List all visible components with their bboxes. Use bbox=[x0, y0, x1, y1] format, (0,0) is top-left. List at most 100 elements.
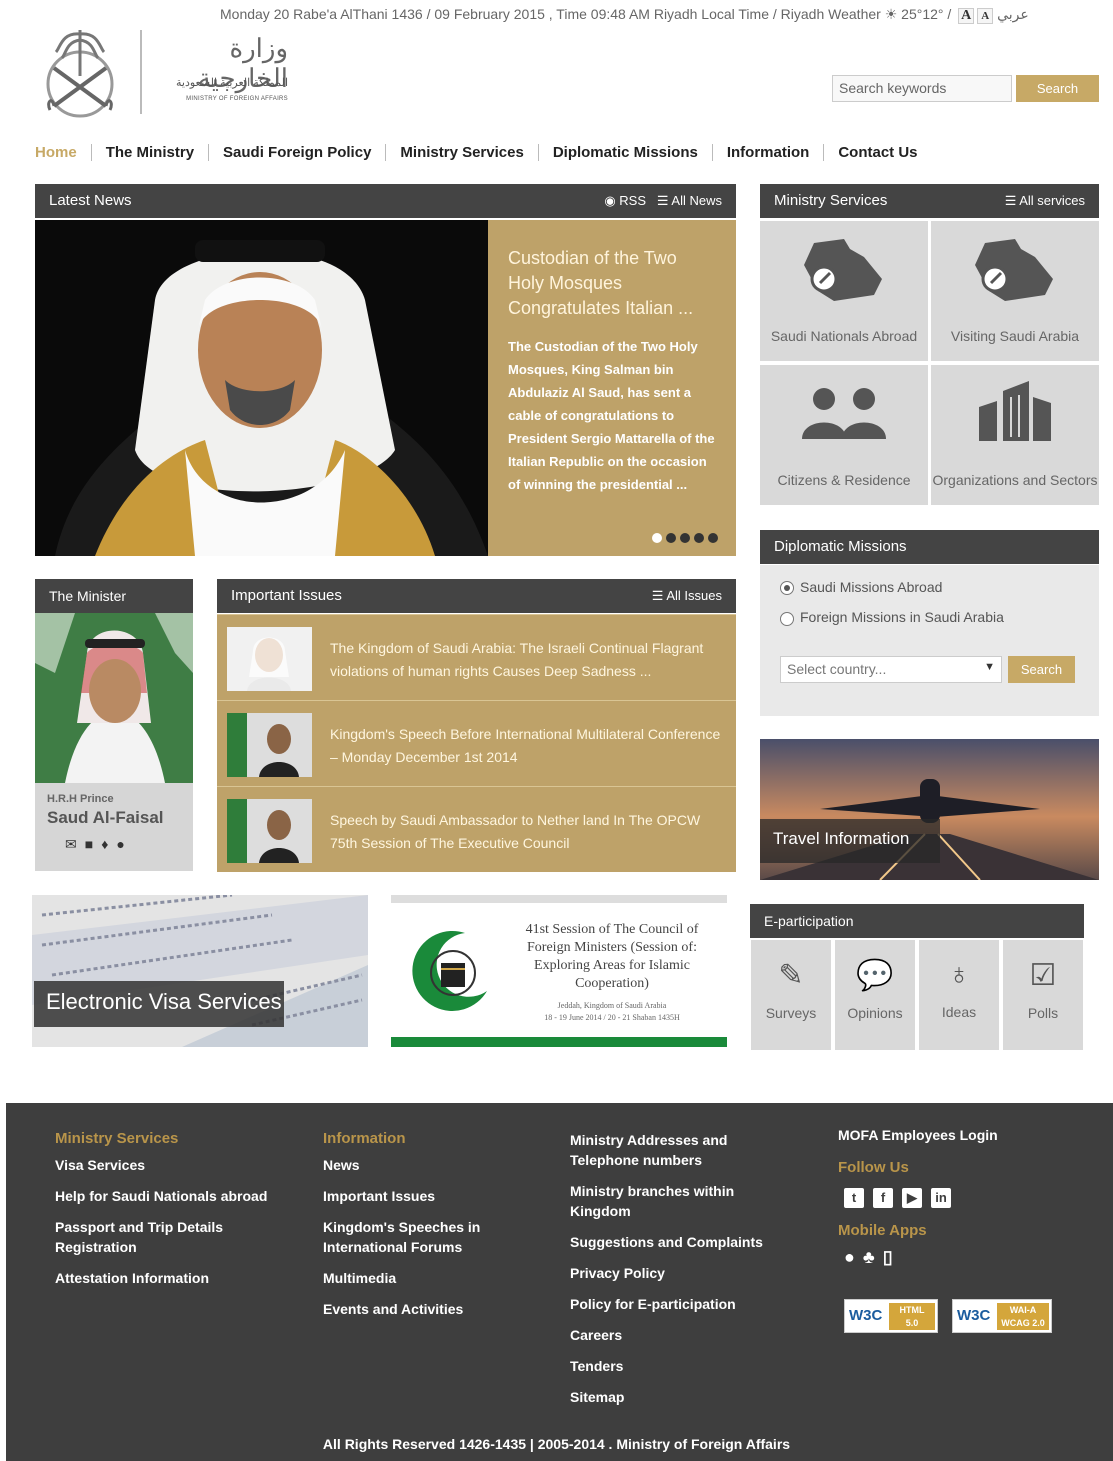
w3c-html5-badge[interactable]: W3C HTML 5.0 bbox=[844, 1299, 938, 1333]
service-organizations-sectors[interactable]: Organizations and Sectors bbox=[931, 365, 1099, 505]
employees-login-link[interactable]: MOFA Employees Login bbox=[838, 1125, 1078, 1145]
all-services-link[interactable]: ☰ All services bbox=[1005, 184, 1085, 218]
minister-photo[interactable] bbox=[35, 613, 193, 783]
video-icon[interactable]: ■ bbox=[85, 836, 101, 852]
minister-name[interactable]: Saud Al-Faisal bbox=[47, 808, 181, 828]
nav-diplomatic-missions[interactable]: Diplomatic Missions bbox=[537, 144, 712, 161]
eparticipation-surveys[interactable]: ✎ Surveys bbox=[751, 940, 831, 1050]
footer-link[interactable]: Policy for E-participation bbox=[570, 1294, 785, 1314]
country-select[interactable]: Select country... ▼ bbox=[780, 656, 1002, 683]
nav-ministry-services[interactable]: Ministry Services bbox=[385, 144, 537, 161]
news-summary[interactable]: Custodian of the Two Holy Mosques Congra… bbox=[488, 220, 736, 556]
visa-label[interactable]: Electronic Visa Services bbox=[46, 989, 282, 1015]
facebook-icon[interactable]: f bbox=[873, 1188, 893, 1208]
footer-link[interactable]: Help for Saudi Nationals abroad bbox=[55, 1186, 275, 1206]
footer-link[interactable]: Sitemap bbox=[570, 1387, 785, 1407]
radio-saudi-missions[interactable]: Saudi Missions Abroad bbox=[780, 579, 1079, 596]
service-visiting-saudi-arabia[interactable]: Visiting Saudi Arabia bbox=[931, 221, 1099, 361]
footer-link[interactable]: Passport and Trip Details Registration bbox=[55, 1217, 275, 1257]
council-banner[interactable]: 41st Session of The Council of Foreign M… bbox=[391, 895, 727, 1047]
rss-link[interactable]: RSS bbox=[619, 193, 646, 208]
service-saudi-nationals-abroad[interactable]: Saudi Nationals Abroad bbox=[760, 221, 928, 361]
slider-dot[interactable] bbox=[680, 533, 690, 543]
mail-icon[interactable]: ✉ bbox=[65, 836, 85, 852]
slider-dot[interactable] bbox=[666, 533, 676, 543]
mobile-icon[interactable]: ▯ bbox=[883, 1247, 901, 1267]
nav-home[interactable]: Home bbox=[35, 144, 91, 161]
pencil-icon: ✎ bbox=[778, 959, 804, 992]
footer-link[interactable]: Suggestions and Complaints bbox=[570, 1232, 785, 1252]
map-arrow-icon bbox=[804, 239, 882, 301]
news-body: The Custodian of the Two Holy Mosques, K… bbox=[508, 339, 715, 492]
travel-label[interactable]: Travel Information bbox=[773, 829, 909, 849]
issue-item[interactable]: Speech by Saudi Ambassador to Nether lan… bbox=[217, 786, 736, 872]
nav-the-ministry[interactable]: The Ministry bbox=[90, 144, 208, 161]
font-increase-icon[interactable]: A bbox=[958, 8, 975, 24]
footer-link[interactable]: Ministry Addresses and Telephone numbers bbox=[570, 1130, 785, 1170]
footer-link[interactable]: Kingdom's Speeches in International Foru… bbox=[323, 1217, 523, 1257]
social-icons: t f ▶ in bbox=[844, 1188, 1078, 1208]
linkedin-icon[interactable]: in bbox=[931, 1188, 951, 1208]
ministry-logo[interactable]: وزارة الخارجية المملكة العربية السعودية … bbox=[32, 26, 292, 118]
all-issues-link[interactable]: ☰ All Issues bbox=[652, 579, 722, 613]
footer-link[interactable]: News bbox=[323, 1155, 523, 1175]
footer-link[interactable]: Important Issues bbox=[323, 1186, 523, 1206]
radio-button[interactable] bbox=[780, 581, 794, 596]
slider-dot[interactable] bbox=[708, 533, 718, 543]
all-services-label[interactable]: All services bbox=[1019, 193, 1085, 208]
latest-news-header: Latest News ◉ RSS ☰ All News bbox=[35, 184, 736, 218]
footer-link[interactable]: Careers bbox=[570, 1325, 785, 1345]
travel-information-banner[interactable]: Travel Information bbox=[760, 739, 1099, 880]
issue-title[interactable]: Speech by Saudi Ambassador to Nether lan… bbox=[330, 809, 724, 855]
radio-button[interactable] bbox=[780, 611, 794, 626]
eparticipation-polls[interactable]: ☑ Polls bbox=[1003, 940, 1083, 1050]
youtube-icon[interactable]: ▶ bbox=[902, 1188, 922, 1208]
footer-link[interactable]: Attestation Information bbox=[55, 1268, 275, 1288]
badge-label: HTML bbox=[889, 1303, 935, 1317]
radio-label[interactable]: Saudi Missions Abroad bbox=[800, 579, 942, 595]
nav-information[interactable]: Information bbox=[711, 144, 824, 161]
chat-icon[interactable]: ● bbox=[116, 836, 132, 852]
radio-foreign-missions[interactable]: Foreign Missions in Saudi Arabia bbox=[780, 609, 1079, 626]
portrait-thumb bbox=[227, 627, 312, 691]
minister-info: H.R.H Prince Saud Al-Faisal ✉■♦● bbox=[35, 783, 193, 871]
footer-link[interactable]: Tenders bbox=[570, 1356, 785, 1376]
rss-icon[interactable]: ◉ bbox=[604, 193, 615, 208]
issue-item[interactable]: Kingdom's Speech Before International Mu… bbox=[217, 700, 736, 786]
radio-label[interactable]: Foreign Missions in Saudi Arabia bbox=[800, 609, 1004, 625]
news-photo[interactable] bbox=[35, 220, 488, 556]
footer-link[interactable]: Events and Activities bbox=[323, 1299, 523, 1319]
microphone-icon[interactable]: ♦ bbox=[101, 836, 116, 852]
footer-link[interactable]: Privacy Policy bbox=[570, 1263, 785, 1283]
search-input[interactable]: Search keywords bbox=[832, 75, 1012, 102]
missions-search-button[interactable]: Search bbox=[1008, 656, 1075, 683]
slider-dot[interactable] bbox=[652, 533, 662, 543]
electronic-visa-banner[interactable]: Electronic Visa Services bbox=[32, 895, 368, 1047]
slider-dot[interactable] bbox=[694, 533, 704, 543]
footer-link[interactable]: Multimedia bbox=[323, 1268, 523, 1288]
all-news-link[interactable]: All News bbox=[671, 193, 722, 208]
all-issues-label[interactable]: All Issues bbox=[666, 588, 722, 603]
nav-saudi-foreign-policy[interactable]: Saudi Foreign Policy bbox=[208, 144, 385, 161]
footer-link[interactable]: Ministry branches within Kingdom bbox=[570, 1181, 785, 1221]
language-switch-link[interactable]: عربي bbox=[997, 6, 1029, 22]
w3c-wai-badge[interactable]: W3C WAI-A WCAG 2.0 bbox=[952, 1299, 1052, 1333]
news-headline[interactable]: Custodian of the Two Holy Mosques Congra… bbox=[508, 246, 716, 321]
issue-item[interactable]: The Kingdom of Saudi Arabia: The Israeli… bbox=[217, 614, 736, 700]
issue-title[interactable]: Kingdom's Speech Before International Mu… bbox=[330, 723, 724, 769]
apple-icon[interactable]: ● bbox=[844, 1247, 863, 1267]
eparticipation-opinions[interactable]: 💬 Opinions bbox=[835, 940, 915, 1050]
footer-link[interactable]: Visa Services bbox=[55, 1155, 275, 1175]
main-nav: Home The Ministry Saudi Foreign Policy Mini… bbox=[35, 144, 932, 166]
issue-title[interactable]: The Kingdom of Saudi Arabia: The Israeli… bbox=[330, 637, 724, 683]
separator: / bbox=[947, 6, 952, 22]
issue-thumbnail bbox=[227, 799, 312, 863]
search-button[interactable]: Search bbox=[1016, 75, 1099, 102]
nav-contact-us[interactable]: Contact Us bbox=[823, 144, 931, 161]
service-citizens-residence[interactable]: Citizens & Residence bbox=[760, 365, 928, 505]
eparticipation-ideas[interactable]: ♁ Ideas bbox=[919, 940, 999, 1050]
twitter-icon[interactable]: t bbox=[844, 1188, 864, 1208]
minister-contact-icons: ✉■♦● bbox=[47, 836, 181, 853]
android-icon[interactable]: ♣ bbox=[863, 1247, 883, 1267]
font-decrease-icon[interactable]: A bbox=[977, 8, 994, 24]
